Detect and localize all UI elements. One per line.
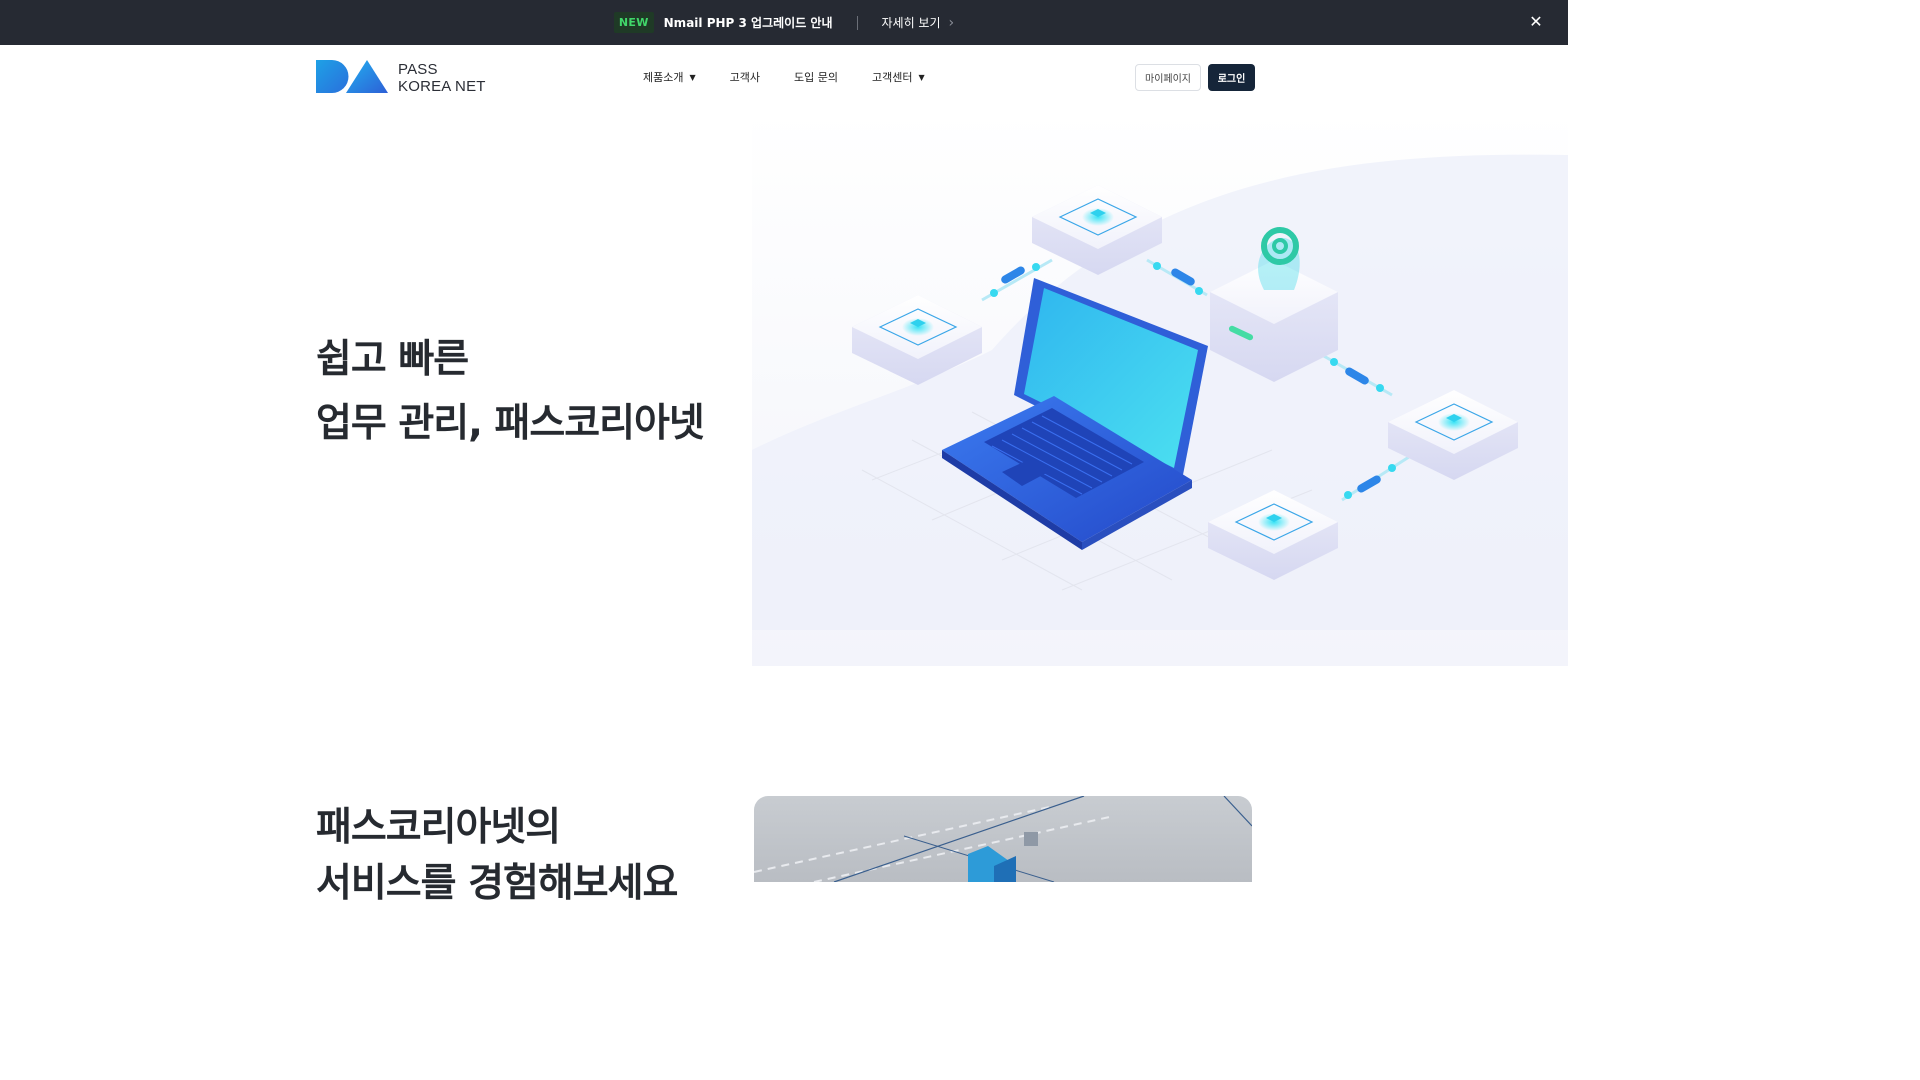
main-nav: 제품소개 ▼ 고객사 도입 문의 고객센터 ▼: [643, 69, 925, 85]
logo-text: PASS KOREA NET: [398, 61, 486, 95]
logo-line2: KOREA NET: [398, 78, 486, 95]
caret-down-icon: ▼: [689, 72, 696, 82]
announcement-text[interactable]: Nmail PHP 3 업그레이드 안내: [664, 14, 833, 31]
section2-title-line1: 패스코리아넷의: [316, 805, 561, 850]
logo-mark-icon: [316, 60, 388, 93]
nav-products[interactable]: 제품소개 ▼: [643, 69, 696, 85]
hero-illustration: [752, 154, 1568, 630]
new-badge: NEW: [613, 12, 654, 33]
login-button[interactable]: 로그인: [1208, 64, 1255, 91]
close-icon[interactable]: ✕: [1526, 12, 1546, 32]
details-link-label: 자세히 보기: [881, 16, 941, 30]
logo[interactable]: PASS KOREA NET: [316, 60, 496, 96]
nav-support-label: 고객센터: [872, 71, 913, 84]
nav-inquiry[interactable]: 도입 문의: [794, 69, 838, 85]
hero-title-line2: 업무 관리, 패스코리아넷: [316, 401, 705, 446]
mypage-button[interactable]: 마이페이지: [1135, 64, 1201, 91]
chevron-right-icon: ›: [948, 14, 955, 31]
hero-title: 쉽고 빠른 업무 관리, 패스코리아넷: [316, 328, 756, 456]
section2-title-line2: 서비스를 경험해보세요: [316, 861, 678, 906]
divider: [856, 15, 858, 30]
nav-support[interactable]: 고객센터 ▼: [872, 69, 925, 85]
details-link[interactable]: 자세히 보기 ›: [882, 14, 955, 31]
service-preview-image: [754, 796, 1252, 882]
nav-customers[interactable]: 고객사: [730, 69, 760, 85]
nav-products-label: 제품소개: [643, 71, 684, 84]
section2-title: 패스코리아넷의 서비스를 경험해보세요: [316, 800, 756, 912]
nav-customers-label: 고객사: [729, 71, 761, 84]
site-header: PASS KOREA NET 제품소개 ▼ 고객사 도입 문의 고객센터 ▼ 마…: [0, 45, 1568, 111]
logo-line1: PASS: [398, 61, 438, 78]
hero-title-line1: 쉽고 빠른: [316, 337, 469, 382]
service-preview-illustration: [754, 796, 1252, 882]
announcement-bar: NEW Nmail PHP 3 업그레이드 안내 자세히 보기 › ✕: [0, 0, 1568, 45]
caret-down-icon: ▼: [918, 72, 925, 82]
nav-inquiry-label: 도입 문의: [794, 71, 838, 84]
